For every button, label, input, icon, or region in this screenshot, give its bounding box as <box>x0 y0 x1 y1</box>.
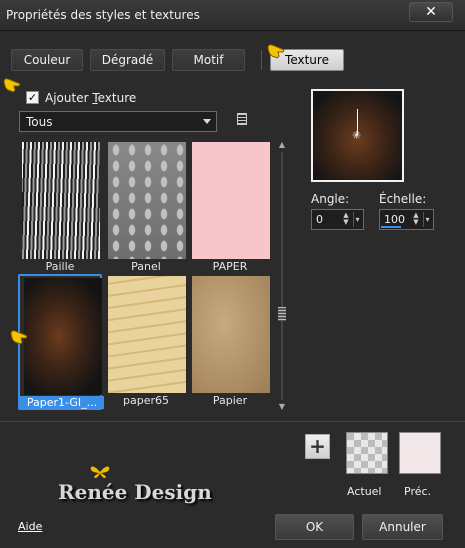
scale-dropdown-icon[interactable]: ▾ <box>423 212 431 227</box>
tab-degrade[interactable]: Dégradé <box>90 49 165 71</box>
angle-dropdown-icon[interactable]: ▾ <box>353 212 361 227</box>
scale-value: 100 <box>384 213 405 226</box>
window-title: Propriétés des styles et textures <box>6 8 200 22</box>
previous-swatch[interactable] <box>399 432 441 474</box>
pointing-hand-icon <box>3 78 21 93</box>
texture-item-paper65[interactable]: paper65 <box>104 274 188 407</box>
texture-item-label: Paille <box>45 260 75 273</box>
texture-category-dropdown[interactable]: Tous <box>19 111 217 132</box>
texture-thumbnail <box>24 278 102 395</box>
add-swatch-button[interactable]: + <box>305 434 330 459</box>
texture-scrollbar[interactable]: ▲ ▼ <box>276 140 288 412</box>
angle-label: Angle: <box>311 192 350 206</box>
current-swatch[interactable] <box>346 432 388 474</box>
texture-item-paper[interactable]: PAPER <box>188 140 272 273</box>
tab-bar: Couleur Dégradé Motif Texture <box>0 49 465 71</box>
texture-item-label: Panel <box>131 260 161 273</box>
angle-input[interactable]: 0 ▲ ▼ ▾ <box>311 209 364 230</box>
texture-thumbnail <box>192 142 270 259</box>
chevron-down-icon <box>203 119 211 124</box>
scale-label: Échelle: <box>379 192 427 206</box>
previous-swatch-label: Préc. <box>404 485 432 498</box>
cancel-button[interactable]: Annuler <box>362 514 443 540</box>
add-texture-label: Ajouter Texture <box>45 91 137 105</box>
texture-grid: Paille Panel PAPER Paper1-GI_... paper65… <box>14 140 276 412</box>
texture-item-paille[interactable]: Paille <box>18 140 102 273</box>
help-link[interactable]: Aide <box>18 520 42 533</box>
scale-spinner-icon[interactable]: ▲ ▼ <box>411 212 421 227</box>
texture-item-papier[interactable]: Papier <box>188 274 272 407</box>
scroll-down-icon[interactable]: ▼ <box>277 402 287 412</box>
add-texture-checkbox[interactable]: ✓ <box>26 91 39 104</box>
texture-item-panel[interactable]: Panel <box>104 140 188 273</box>
pointing-hand-icon <box>267 44 285 59</box>
close-button[interactable]: ✕ <box>409 2 453 22</box>
scale-slider-bar <box>381 226 401 228</box>
texture-thumbnail <box>22 142 100 259</box>
divider <box>0 421 465 422</box>
texture-preview[interactable]: ✳ <box>311 89 404 182</box>
scale-input[interactable]: 100 ▲ ▼ ▾ <box>379 209 434 230</box>
tab-couleur[interactable]: Couleur <box>11 49 83 71</box>
texture-item-label: Papier <box>212 394 248 407</box>
center-star-icon: ✳ <box>352 129 362 142</box>
texture-item-label: Paper1-GI_... <box>20 396 104 409</box>
texture-item-label: paper65 <box>123 394 169 407</box>
texture-thumbnail <box>108 276 186 393</box>
angle-spinner-icon[interactable]: ▲ ▼ <box>341 212 351 227</box>
scroll-thumb[interactable] <box>278 307 286 321</box>
title-bar: Propriétés des styles et textures ✕ <box>0 0 465 31</box>
angle-value: 0 <box>316 213 323 226</box>
pointing-hand-icon <box>10 330 28 345</box>
tab-separator <box>261 50 262 70</box>
scroll-track <box>281 152 283 400</box>
tab-motif[interactable]: Motif <box>172 49 245 71</box>
texture-thumbnail <box>108 142 186 259</box>
list-view-icon[interactable] <box>237 113 247 125</box>
logo-text: Renée Design <box>58 480 212 504</box>
current-swatch-label: Actuel <box>347 485 382 498</box>
texture-thumbnail <box>192 276 270 393</box>
butterfly-icon <box>90 466 110 478</box>
scroll-up-icon[interactable]: ▲ <box>277 140 287 150</box>
texture-item-label: PAPER <box>212 260 248 273</box>
texture-category-value: Tous <box>26 115 53 129</box>
ok-button[interactable]: OK <box>275 514 354 540</box>
